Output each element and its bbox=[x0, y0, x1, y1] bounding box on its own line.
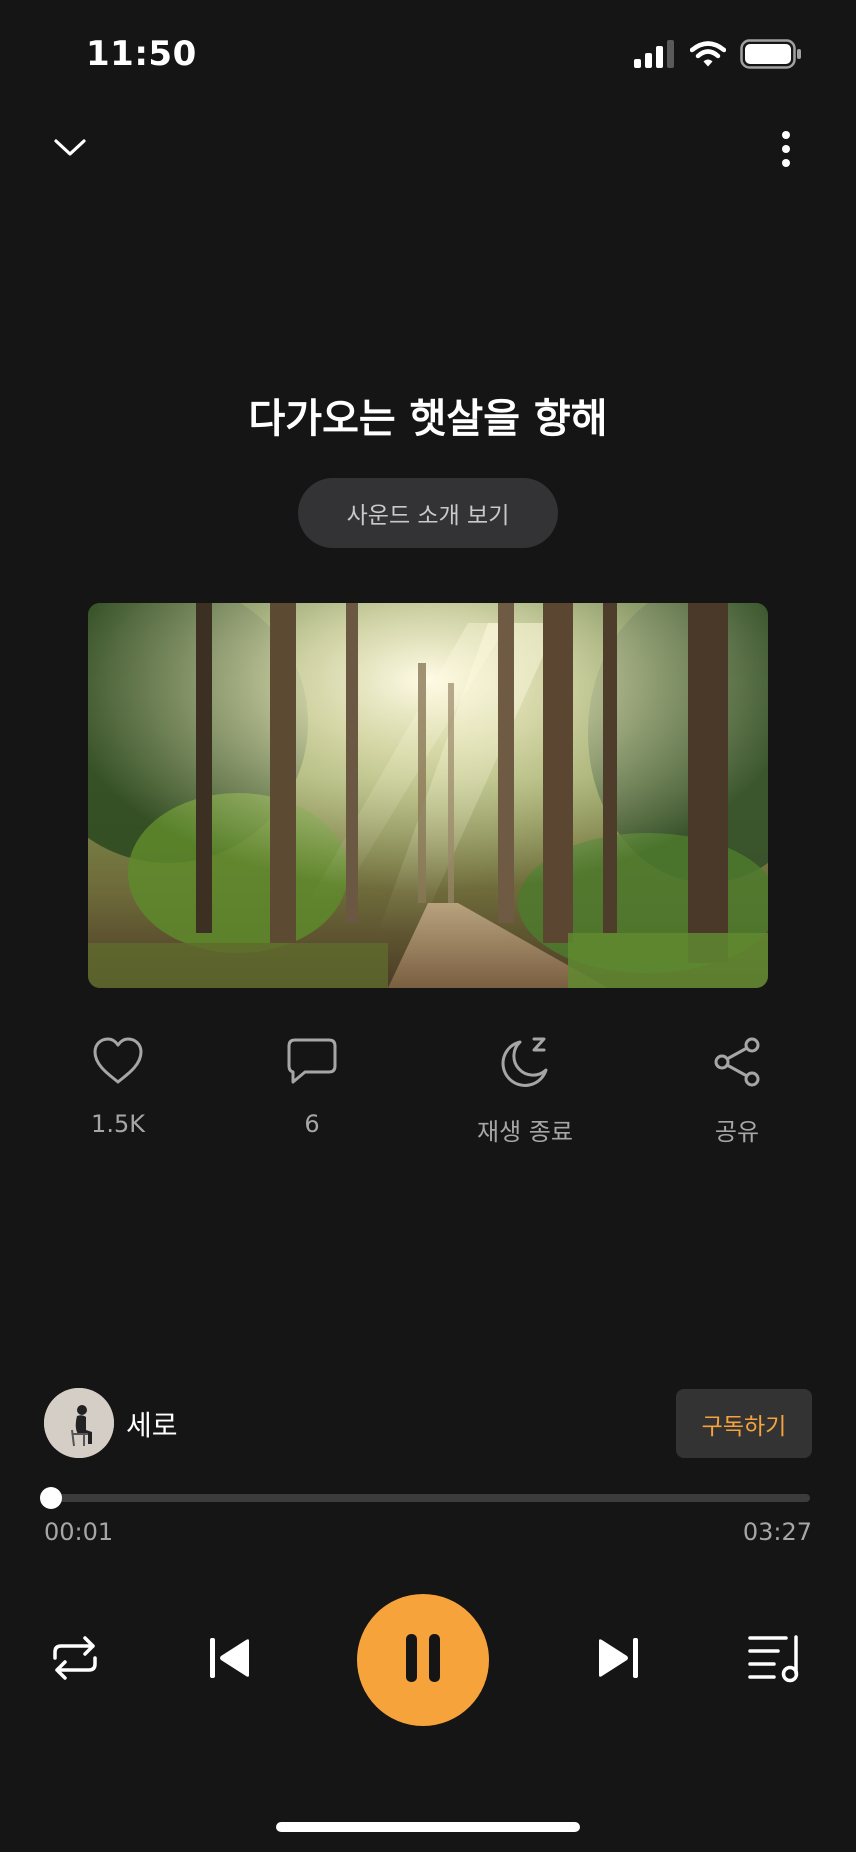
repeat-icon bbox=[49, 1634, 101, 1686]
battery-icon bbox=[740, 39, 802, 73]
sleep-timer-button[interactable]: 재생 종료 bbox=[435, 1036, 615, 1147]
subscribe-button[interactable]: 구독하기 bbox=[676, 1389, 812, 1458]
comment-button[interactable]: 6 bbox=[222, 1036, 402, 1138]
chevron-down-icon bbox=[53, 138, 87, 162]
track-artwork bbox=[88, 603, 768, 988]
elapsed-time: 00:01 bbox=[44, 1518, 114, 1546]
sleep-timer-label: 재생 종료 bbox=[477, 1118, 573, 1146]
home-indicator[interactable] bbox=[276, 1822, 580, 1832]
share-label: 공유 bbox=[714, 1118, 760, 1146]
wifi-icon bbox=[689, 40, 727, 72]
status-time: 11:50 bbox=[86, 34, 197, 74]
comment-count: 6 bbox=[304, 1110, 320, 1138]
more-options-button[interactable] bbox=[766, 128, 806, 174]
previous-button[interactable] bbox=[204, 1634, 256, 1686]
collapse-button[interactable] bbox=[46, 130, 94, 170]
pause-icon bbox=[403, 1632, 443, 1688]
track-title: 다가오는 햇살을 향해 bbox=[248, 396, 608, 442]
progress-thumb[interactable] bbox=[40, 1487, 62, 1509]
pause-button[interactable] bbox=[357, 1594, 489, 1726]
skip-next-icon bbox=[595, 1635, 641, 1685]
forest-sunlight-image bbox=[88, 603, 768, 988]
heart-icon bbox=[91, 1036, 145, 1090]
like-button[interactable]: 1.5K bbox=[28, 1036, 208, 1138]
cellular-signal-icon bbox=[634, 40, 676, 72]
playlist-button[interactable] bbox=[744, 1632, 806, 1688]
skip-previous-icon bbox=[207, 1635, 253, 1685]
sound-intro-button[interactable]: 사운드 소개 보기 bbox=[298, 478, 558, 548]
share-button[interactable]: 공유 bbox=[647, 1036, 827, 1147]
share-icon bbox=[710, 1036, 764, 1092]
progress-bar[interactable] bbox=[40, 1487, 810, 1509]
comment-icon bbox=[285, 1036, 339, 1090]
creator-avatar[interactable] bbox=[44, 1388, 114, 1458]
more-vertical-icon bbox=[781, 130, 791, 172]
next-button[interactable] bbox=[592, 1634, 644, 1686]
repeat-button[interactable] bbox=[44, 1632, 106, 1688]
creator-name[interactable]: 세로 bbox=[126, 1404, 178, 1444]
sleep-timer-icon bbox=[498, 1036, 552, 1092]
like-count: 1.5K bbox=[91, 1110, 145, 1138]
playlist-icon bbox=[746, 1633, 804, 1687]
status-icons bbox=[634, 39, 802, 73]
person-sitting-icon bbox=[44, 1388, 114, 1458]
total-duration: 03:27 bbox=[742, 1518, 812, 1546]
